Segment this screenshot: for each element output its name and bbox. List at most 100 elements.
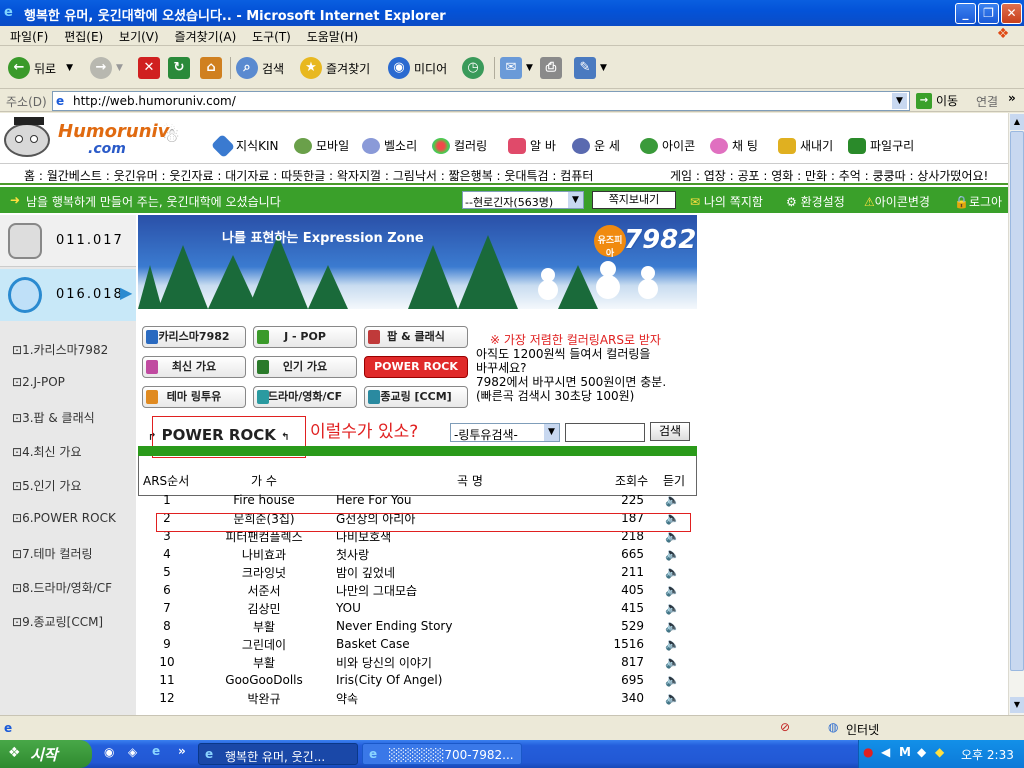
sidebar-item-popular[interactable]: ⊡5.인기 가요 — [12, 477, 82, 494]
send-note-button[interactable]: 쪽지보내기 — [592, 191, 676, 209]
history-button[interactable]: ◷ — [462, 55, 488, 81]
nav-filegu[interactable]: 파일구리 — [848, 137, 914, 154]
carrier-011-017[interactable]: 011.017 — [0, 215, 136, 267]
cat-button-theme[interactable]: 테마 링투유 — [142, 386, 246, 408]
dropdown-arrow-icon[interactable]: ▼ — [66, 63, 73, 73]
table-row[interactable]: 7 김상민 YOU 415 🔈 — [138, 599, 697, 617]
table-row[interactable]: 10 부활 비와 당신의 이야기 817 🔈 — [138, 653, 697, 671]
vertical-scrollbar[interactable]: ▲ ▼ — [1008, 113, 1024, 715]
sidebar-item-jpop[interactable]: ⊡2.J-POP — [12, 375, 65, 389]
speaker-icon[interactable]: 🔈 — [648, 491, 697, 509]
logout-link[interactable]: 🔒로그아웃 — [954, 193, 1008, 227]
favorites-button[interactable]: ★ 즐겨찾기 — [300, 55, 370, 81]
edit-button[interactable]: ✎ ▼ — [574, 55, 607, 81]
quicklaunch-icon[interactable]: ◈ — [128, 745, 137, 759]
table-row[interactable]: 11 GooGooDolls Iris(City Of Angel) 695 🔈 — [138, 671, 697, 689]
speaker-icon[interactable]: 🔈 — [648, 671, 697, 689]
scroll-down-icon[interactable]: ▼ — [1010, 697, 1024, 713]
cat-button-ccm[interactable]: 종교링 [CCM] — [364, 386, 468, 408]
dropdown-arrow-icon[interactable]: ▼ — [526, 63, 533, 73]
nav-job[interactable]: 알 바 — [508, 137, 556, 154]
nav-knowledge[interactable]: 지식KIN — [210, 133, 278, 158]
scroll-thumb[interactable] — [1010, 131, 1024, 671]
sidebar-item-drama[interactable]: ⊡8.드라마/영화/CF — [12, 579, 112, 596]
sidebar-item-pop-classic[interactable]: ⊡3.팝 & 클래식 — [12, 409, 95, 426]
print-button[interactable]: ⎙ — [540, 55, 566, 81]
speaker-icon[interactable]: 🔈 — [648, 563, 697, 581]
close-button[interactable]: ✕ — [1001, 3, 1022, 24]
back-button[interactable]: ← 뒤로 ▼ — [8, 55, 73, 81]
address-input[interactable]: e http://web.humoruniv.com/ ▼ — [52, 91, 910, 111]
speaker-icon[interactable]: 🔈 — [648, 617, 697, 635]
go-button[interactable]: → 이동 — [916, 92, 958, 109]
table-row[interactable]: 6 서준서 나만의 그대모습 405 🔈 — [138, 581, 697, 599]
nav-freshman[interactable]: 새내기 — [778, 137, 833, 154]
sidebar-item-power-rock[interactable]: ⊡6.POWER ROCK — [12, 511, 116, 525]
quicklaunch-icon[interactable]: ◉ — [104, 745, 114, 759]
table-row[interactable]: 8 부활 Never Ending Story 529 🔈 — [138, 617, 697, 635]
chevron-right-icon[interactable]: » — [1008, 91, 1016, 105]
speaker-icon[interactable]: 🔈 — [648, 545, 697, 563]
category-links-right[interactable]: 게임 : 엽장 : 공포 : 영화 : 만화 : 추억 : 쿵쿵따 : 상사가떴… — [670, 167, 988, 183]
search-button[interactable]: ⌕ 검색 — [236, 55, 284, 81]
settings-link[interactable]: ⚙ 환경설정 — [786, 193, 845, 210]
maximize-button[interactable]: ❐ — [978, 3, 999, 24]
menu-favorites[interactable]: 즐겨찾기(A) — [169, 26, 243, 47]
sidebar-item-latest[interactable]: ⊡4.최신 가요 — [12, 443, 82, 460]
table-row[interactable]: 9 그린데이 Basket Case 1516 🔈 — [138, 635, 697, 653]
tray-icon[interactable]: ◆ — [935, 745, 944, 759]
banner[interactable]: 나를 표현하는 Expression Zone 유즈피아 7982 — [138, 215, 697, 309]
sidebar-item-ccm[interactable]: ⊡9.종교링[CCM] — [12, 613, 103, 630]
table-row[interactable]: 5 크라잉넛 밤이 깊었네 211 🔈 — [138, 563, 697, 581]
speaker-icon[interactable]: 🔈 — [648, 635, 697, 653]
address-dropdown-icon[interactable]: ▼ — [892, 93, 907, 109]
users-select[interactable]: --현로긴자(563명) ▼ — [462, 191, 584, 209]
my-notes-link[interactable]: ✉ 나의 쪽지함 — [690, 193, 763, 210]
category-links-left[interactable]: 홈 : 월간베스트 : 웃긴유머 : 웃긴자료 : 대기자료 : 따뜻한글 : … — [24, 169, 593, 183]
search-select[interactable]: -링투유검색- ▼ — [450, 423, 560, 442]
nav-fortune[interactable]: 운 세 — [572, 137, 620, 154]
menu-help[interactable]: 도움말(H) — [301, 26, 365, 47]
cat-button-jpop[interactable]: J - POP — [253, 326, 357, 348]
nav-icon[interactable]: 아이콘 — [640, 137, 695, 154]
dropdown-arrow-icon[interactable]: ▼ — [600, 63, 607, 73]
tray-icon[interactable]: ● — [863, 745, 873, 759]
cat-button-power-rock[interactable]: POWER ROCK — [364, 356, 468, 378]
cat-button-pop[interactable]: 팝 & 클래식 — [364, 326, 468, 348]
links-label[interactable]: 연결 — [976, 93, 998, 110]
menu-tools[interactable]: 도구(T) — [246, 26, 297, 47]
stop-button[interactable]: ✕ — [138, 55, 164, 81]
table-row[interactable]: 1 Fire house Here For You 225 🔈 — [138, 491, 697, 509]
speaker-icon[interactable]: 🔈 — [648, 599, 697, 617]
forward-button[interactable]: → ▼ — [90, 55, 123, 81]
dropdown-arrow-icon[interactable]: ▼ — [116, 63, 123, 73]
sidebar-item-charisma[interactable]: ⊡1.카리스마7982 — [12, 341, 108, 358]
table-row[interactable]: 12 박완규 약속 340 🔈 — [138, 689, 697, 707]
tray-icon[interactable]: ◆ — [917, 745, 926, 759]
tray-icon[interactable]: M — [899, 745, 911, 759]
scroll-up-icon[interactable]: ▲ — [1010, 114, 1024, 130]
site-logo[interactable]: Humoruniv .com ☃ — [4, 117, 194, 159]
menu-edit[interactable]: 편집(E) — [58, 26, 109, 47]
table-row[interactable]: 4 나비효과 첫사랑 665 🔈 — [138, 545, 697, 563]
chevron-right-icon[interactable]: » — [178, 744, 186, 758]
minimize-button[interactable]: _ — [955, 3, 976, 24]
ie-icon[interactable]: e — [152, 744, 160, 758]
cat-button-charisma[interactable]: 카리스마7982 — [142, 326, 246, 348]
nav-ringtone[interactable]: 벨소리 — [362, 137, 417, 154]
nav-coloring[interactable]: 컬러링 — [432, 137, 487, 154]
task-browser-2[interactable]: e ░░░░░░700-7982... — [362, 743, 522, 765]
tray-icon[interactable]: ◀ — [881, 745, 890, 759]
refresh-button[interactable]: ↻ — [168, 55, 194, 81]
cat-button-drama[interactable]: 드라마/영화/CF — [253, 386, 357, 408]
icon-change-link[interactable]: ⚠아이콘변경 — [864, 193, 930, 210]
task-browser[interactable]: e 행복한 유머, 웃긴... — [198, 743, 358, 765]
cat-button-latest[interactable]: 최신 가요 — [142, 356, 246, 378]
mail-button[interactable]: ✉ ▼ — [500, 55, 533, 81]
search-button[interactable]: 검색 — [650, 422, 690, 441]
carrier-016-018[interactable]: 016.018 ▶ — [0, 269, 136, 321]
media-button[interactable]: ◉ 미디어 — [388, 55, 447, 81]
sidebar-item-theme[interactable]: ⊡7.테마 컬러링 — [12, 545, 93, 562]
nav-mobile[interactable]: 모바일 — [294, 137, 349, 154]
cat-button-popular[interactable]: 인기 가요 — [253, 356, 357, 378]
